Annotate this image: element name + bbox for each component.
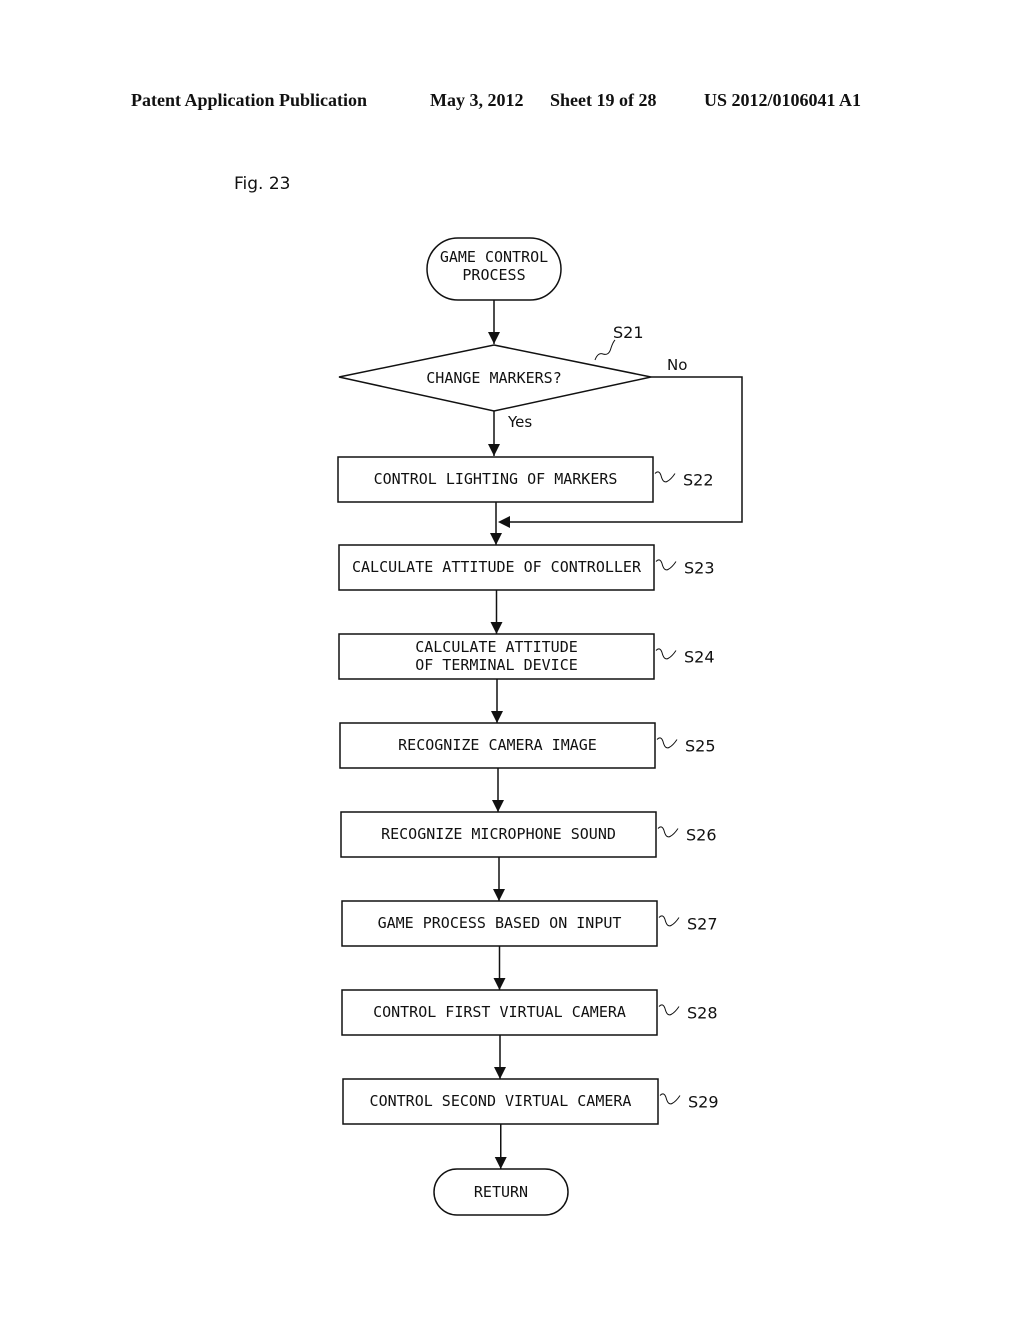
step-leader	[655, 559, 677, 571]
start-line2: PROCESS	[462, 266, 525, 284]
process-text: CONTROL LIGHTING OF MARKERS	[374, 470, 618, 488]
process-text: GAME PROCESS BASED ON INPUT	[378, 914, 622, 932]
start-line1: GAME CONTROL	[440, 248, 548, 266]
step-leader	[594, 339, 616, 361]
step-leader	[654, 471, 676, 483]
step-leader	[656, 737, 678, 749]
step-s23: S23	[684, 559, 715, 578]
arrow-head	[490, 622, 503, 634]
arrow-head	[493, 889, 505, 901]
step-s22: S22	[683, 471, 714, 490]
step-leader	[655, 648, 677, 660]
step-s25: S25	[685, 737, 716, 756]
step-s27: S27	[687, 915, 718, 934]
process-text: CONTROL FIRST VIRTUAL CAMERA	[373, 1003, 626, 1021]
flowchart: GAME CONTROL PROCESS CHANGE MARKERS? S21…	[337, 237, 743, 1216]
process-text-line2: OF TERMINAL DEVICE	[415, 656, 578, 674]
arrow-head	[493, 978, 506, 990]
arrow-head	[488, 332, 500, 344]
step-s26: S26	[686, 826, 717, 845]
step-s28: S28	[687, 1004, 718, 1023]
arrow-head	[490, 533, 502, 545]
no-label: No	[667, 356, 687, 374]
arrow-head	[491, 711, 503, 723]
step-leader	[657, 826, 679, 838]
decision-text: CHANGE MARKERS?	[426, 369, 561, 387]
step-leader	[658, 1004, 680, 1016]
arrow-head	[494, 1067, 506, 1079]
yes-label: Yes	[507, 413, 532, 431]
step-s24: S24	[684, 648, 715, 667]
step-leader	[658, 915, 680, 927]
arrow-head	[494, 1157, 507, 1169]
step-s29: S29	[688, 1093, 719, 1112]
step-s21: S21	[613, 323, 644, 342]
end-text: RETURN	[474, 1183, 528, 1201]
step-leader	[659, 1093, 681, 1105]
process-text: CALCULATE ATTITUDE OF CONTROLLER	[352, 558, 642, 576]
arrow-head	[492, 800, 504, 812]
merge-arrow-head	[498, 516, 510, 528]
arrow-head	[488, 444, 500, 456]
process-text-line1: CALCULATE ATTITUDE	[415, 638, 578, 656]
process-text: CONTROL SECOND VIRTUAL CAMERA	[370, 1092, 632, 1110]
process-text: RECOGNIZE CAMERA IMAGE	[398, 736, 597, 754]
process-text: RECOGNIZE MICROPHONE SOUND	[381, 825, 616, 843]
